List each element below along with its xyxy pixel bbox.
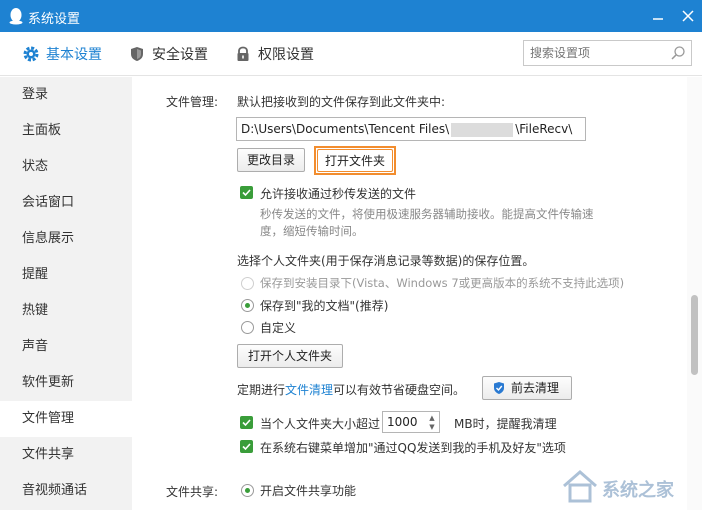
enable-sharing-label: 开启文件共享功能: [260, 484, 357, 498]
allow-flash-transfer-label: 允许接收通过秒传发送的文件: [260, 187, 417, 201]
sidebar-item-reminder[interactable]: 提醒: [0, 257, 132, 293]
main-panel: 文件管理: 默认把接收到的文件保存到此文件夹中: D:\Users\Docume…: [132, 77, 687, 510]
tab-basic-settings[interactable]: 基本设置: [22, 44, 102, 64]
sidebar-item-chat-window[interactable]: 会话窗口: [0, 185, 132, 221]
title-bar: 系统设置: [0, 0, 702, 32]
sidebar-item-sound[interactable]: 声音: [0, 329, 132, 365]
minimize-icon[interactable]: [650, 8, 666, 24]
sidebar-item-software-update[interactable]: 软件更新: [0, 365, 132, 401]
sidebar-item-file-sharing[interactable]: 文件共享: [0, 437, 132, 473]
tab-security-settings[interactable]: 安全设置: [128, 44, 208, 64]
search-box[interactable]: [523, 40, 692, 66]
receive-path-field[interactable]: D:\Users\Documents\Tencent Files\ \FileRe…: [236, 117, 586, 141]
shield-check-icon: [494, 382, 504, 394]
context-menu-checkbox[interactable]: [240, 440, 253, 453]
watermark-logo: 系统之家: [560, 466, 698, 506]
file-management-section-label: 文件管理:: [166, 95, 219, 109]
shield-icon: [131, 47, 143, 61]
go-cleanup-label: 前去清理: [511, 381, 560, 395]
sidebar-item-av-call[interactable]: 音视频通话: [0, 473, 132, 509]
go-cleanup-button[interactable]: 前去清理: [482, 376, 572, 400]
close-icon[interactable]: [680, 8, 696, 24]
change-directory-button[interactable]: 更改目录: [237, 148, 305, 172]
watermark-text: 系统之家: [602, 480, 674, 501]
sidebar-item-info-display[interactable]: 信息展示: [0, 221, 132, 257]
radio-enable-sharing[interactable]: [241, 484, 254, 497]
radio-install-dir[interactable]: [241, 277, 254, 290]
open-folder-button[interactable]: 打开文件夹: [317, 149, 393, 172]
cleanup-suffix: 可以有效节省硬盘空间。: [333, 383, 466, 397]
tab-label: 基本设置: [46, 47, 102, 63]
path-suffix: \FileRecv\: [515, 122, 573, 136]
flash-transfer-desc-line1: 秒传发送的文件，将使用极速服务器辅助接收。能提高文件传输速: [260, 207, 594, 221]
radio-custom[interactable]: [241, 321, 254, 334]
lock-icon: [237, 46, 249, 61]
size-reminder-prefix: 当个人文件夹大小超过: [260, 417, 381, 431]
open-personal-folder-button[interactable]: 打开个人文件夹: [237, 344, 343, 368]
flash-transfer-desc-line2: 度，缩短传输时间。: [260, 224, 364, 238]
tab-permission-settings[interactable]: 权限设置: [234, 44, 314, 64]
cleanup-prefix: 定期进行: [237, 383, 286, 397]
file-cleanup-link[interactable]: 文件清理: [285, 381, 333, 398]
size-threshold-stepper[interactable]: 1000 ▲ ▼: [382, 411, 440, 433]
sidebar-item-status[interactable]: 状态: [0, 149, 132, 185]
personal-folder-prompt: 选择个人文件夹(用于保存消息记录等数据)的保存位置。: [237, 254, 535, 268]
size-reminder-suffix: MB时，提醒我清理: [454, 417, 557, 431]
file-sharing-section-label: 文件共享:: [166, 485, 219, 499]
sidebar: 登录 主面板 状态 会话窗口 信息展示 提醒 热键 声音 软件更新 文件管理 文…: [0, 77, 132, 510]
allow-flash-transfer-checkbox[interactable]: [240, 186, 253, 199]
sidebar-item-main-panel[interactable]: 主面板: [0, 113, 132, 149]
sidebar-item-hotkeys[interactable]: 热键: [0, 293, 132, 329]
tab-label: 安全设置: [152, 47, 208, 63]
path-prefix: D:\Users\Documents\Tencent Files\: [241, 122, 450, 136]
tab-bar: 基本设置 安全设置 权限设置: [0, 32, 702, 76]
context-menu-label: 在系统右键菜单增加"通过QQ发送到我的手机及好友"选项: [260, 441, 566, 455]
size-threshold-value: 1000: [387, 415, 418, 429]
window-title: 系统设置: [28, 12, 81, 27]
scrollbar-thumb[interactable]: [691, 295, 698, 375]
size-reminder-checkbox[interactable]: [240, 416, 253, 429]
save-location-prompt: 默认把接收到的文件保存到此文件夹中:: [237, 95, 446, 109]
radio-install-dir-label: 保存到安装目录下(Vista、Windows 7或更高版本的系统不支持此选项): [260, 276, 625, 290]
watermark-house-icon: [563, 470, 597, 503]
search-input[interactable]: [530, 44, 665, 62]
tab-label: 权限设置: [258, 47, 314, 63]
radio-my-documents-label: 保存到"我的文档"(推荐): [260, 299, 389, 313]
stepper-down-icon[interactable]: ▼: [427, 423, 437, 431]
radio-custom-label: 自定义: [260, 321, 297, 335]
sidebar-item-login[interactable]: 登录: [0, 77, 132, 113]
stepper-up-icon[interactable]: ▲: [427, 414, 437, 422]
vertical-scrollbar[interactable]: [687, 77, 702, 510]
gear-icon: [23, 46, 39, 62]
search-icon[interactable]: [670, 45, 686, 61]
qq-penguin-icon: [9, 8, 23, 25]
redacted-account: [451, 122, 514, 137]
radio-my-documents[interactable]: [241, 299, 254, 312]
sidebar-item-file-management[interactable]: 文件管理: [0, 401, 132, 437]
